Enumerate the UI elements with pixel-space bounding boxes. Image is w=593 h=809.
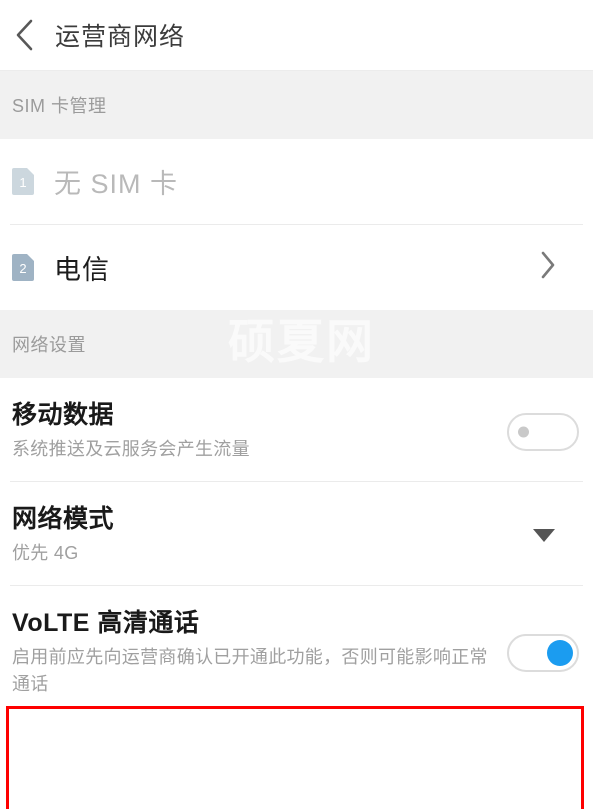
sim-card-1-icon: 1 (12, 168, 34, 195)
toggle-knob (547, 640, 573, 666)
sim-row-2-label: 电信 (54, 255, 110, 285)
section-header-sim-label: SIM 卡管理 (12, 96, 107, 116)
annotation-highlight-box (6, 706, 584, 809)
toggle-knob (518, 426, 529, 437)
site-watermark: 硕夏网 (228, 315, 375, 368)
chevron-left-icon (14, 18, 36, 52)
setting-control (507, 634, 579, 672)
caret-down-icon[interactable] (533, 529, 555, 542)
sim-row-1-label: 无 SIM 卡 (54, 169, 179, 199)
setting-text-block: 网络模式 优先 4G (12, 504, 533, 567)
sim-badge-number: 1 (19, 175, 27, 190)
chevron-right-icon[interactable] (539, 249, 557, 286)
section-header-sim: SIM 卡管理 (0, 71, 593, 139)
setting-title: VoLTE 高清通话 (12, 609, 200, 637)
sim-row-2[interactable]: 2 电信 (0, 225, 593, 310)
operator-network-settings-screen: 运营商网络 SIM 卡管理 1 无 SIM 卡 2 电信 硕夏网 网络设置 移动… (0, 0, 593, 809)
setting-text-block: 移动数据 系统推送及云服务会产生流量 (12, 400, 507, 463)
setting-subtitle: 优先 4G (12, 543, 79, 563)
back-button[interactable] (0, 0, 50, 71)
volte-toggle[interactable] (507, 634, 579, 672)
sim-card-2-icon: 2 (12, 254, 34, 281)
section-header-network: 硕夏网 网络设置 (0, 310, 593, 378)
mobile-data-toggle[interactable] (507, 412, 579, 451)
title-bar: 运营商网络 (0, 0, 593, 71)
setting-control (533, 529, 579, 542)
setting-subtitle: 系统推送及云服务会产生流量 (12, 439, 250, 459)
section-header-network-label: 网络设置 (12, 335, 86, 355)
setting-row-network-mode[interactable]: 网络模式 优先 4G (0, 482, 593, 585)
setting-control (507, 412, 579, 451)
page-title: 运营商网络 (55, 23, 186, 51)
setting-row-mobile-data[interactable]: 移动数据 系统推送及云服务会产生流量 (0, 378, 593, 481)
setting-title: 网络模式 (12, 505, 115, 533)
setting-text-block: VoLTE 高清通话 启用前应先向运营商确认已开通此功能，否则可能影响正常通话 (12, 608, 507, 698)
sim-badge-number: 2 (19, 261, 27, 276)
setting-title: 移动数据 (12, 401, 115, 429)
sim-row-1[interactable]: 1 无 SIM 卡 (0, 139, 593, 224)
setting-subtitle: 启用前应先向运营商确认已开通此功能，否则可能影响正常通话 (12, 647, 488, 694)
setting-row-volte[interactable]: VoLTE 高清通话 启用前应先向运营商确认已开通此功能，否则可能影响正常通话 (0, 586, 593, 716)
